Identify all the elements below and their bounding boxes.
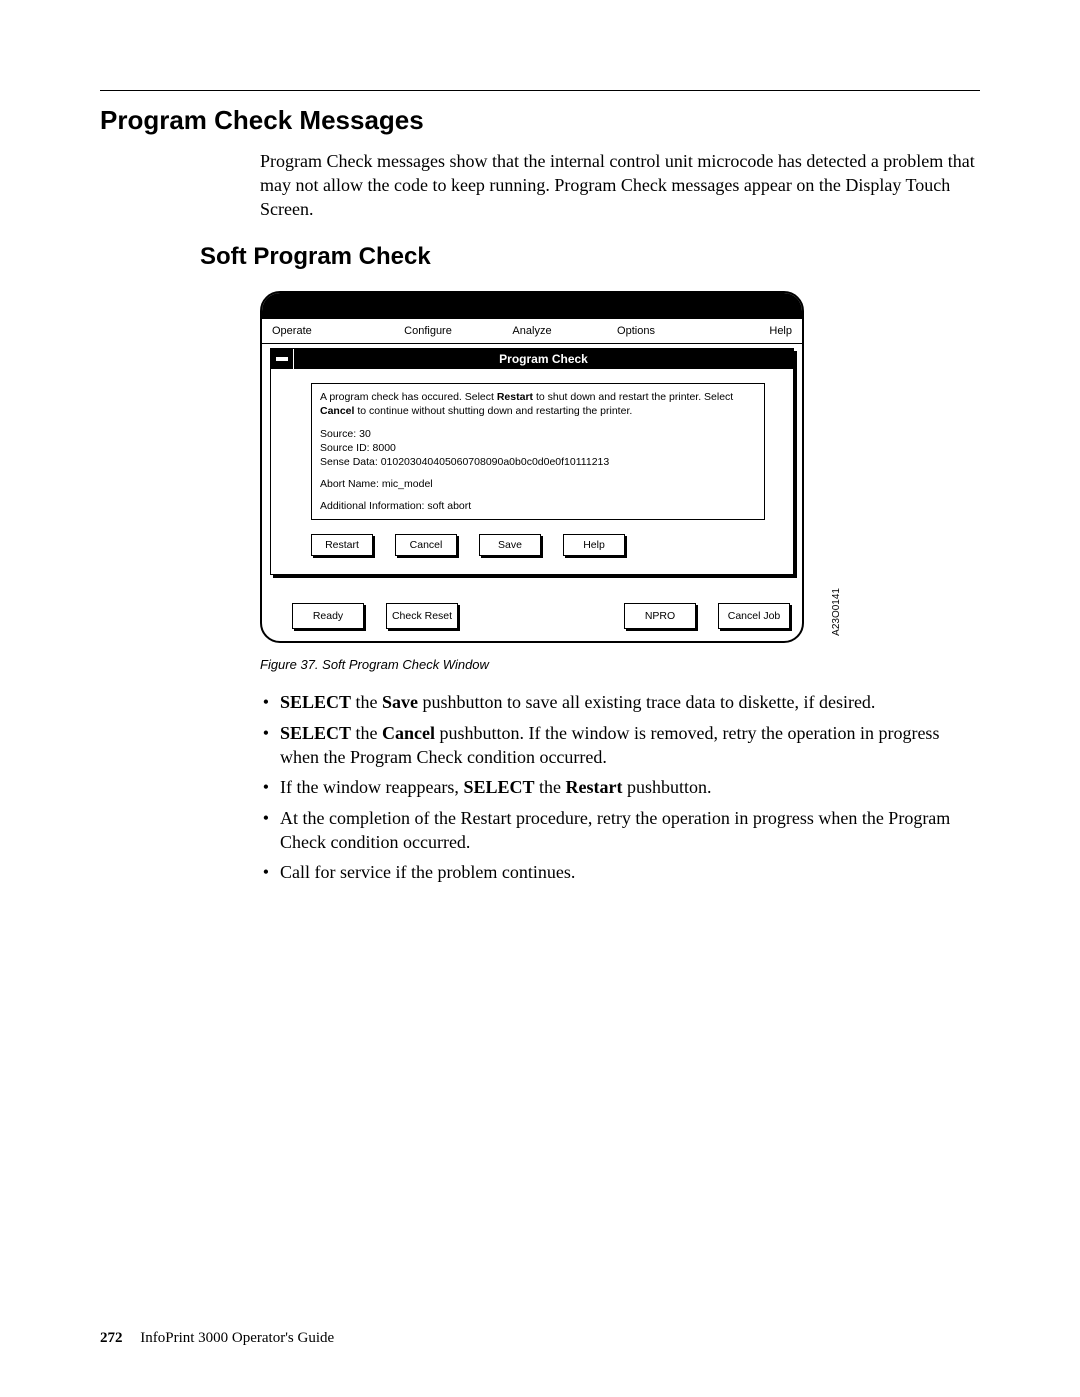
additional-info: Additional Information: soft abort bbox=[320, 499, 756, 513]
list-item: SELECT the Save pushbutton to save all e… bbox=[278, 690, 980, 714]
abort-name: Abort Name: mic_model bbox=[320, 477, 756, 491]
ready-button[interactable]: Ready bbox=[292, 603, 364, 629]
menubar: Operate Configure Analyze Options Help bbox=[262, 319, 802, 344]
list-item: At the completion of the Restart procedu… bbox=[278, 806, 980, 855]
check-reset-button[interactable]: Check Reset bbox=[386, 603, 458, 629]
source-info: Source: 30 Source ID: 8000 Sense Data: 0… bbox=[320, 427, 756, 470]
list-item: If the window reappears, SELECT the Rest… bbox=[278, 775, 980, 799]
instruction-list: SELECT the Save pushbutton to save all e… bbox=[260, 690, 980, 884]
figure-code: A23O0141 bbox=[831, 588, 842, 636]
page-footer: 272 InfoPrint 3000 Operator's Guide bbox=[100, 1330, 334, 1347]
npro-button[interactable]: NPRO bbox=[624, 603, 696, 629]
window-title: Program Check bbox=[294, 349, 793, 369]
message-content: A program check has occured. Select Rest… bbox=[311, 383, 765, 520]
dialog-button-row: Restart Cancel Save Help bbox=[271, 524, 793, 574]
book-title: InfoPrint 3000 Operator's Guide bbox=[140, 1330, 334, 1346]
restart-button[interactable]: Restart bbox=[311, 534, 373, 556]
screen-top-bezel bbox=[262, 293, 802, 319]
help-button[interactable]: Help bbox=[563, 534, 625, 556]
figure-caption: Figure 37. Soft Program Check Window bbox=[260, 657, 980, 672]
top-rule bbox=[100, 90, 980, 91]
touchscreen-frame: Operate Configure Analyze Options Help P… bbox=[260, 291, 804, 643]
menu-configure[interactable]: Configure bbox=[376, 325, 480, 337]
save-button[interactable]: Save bbox=[479, 534, 541, 556]
cancel-job-button[interactable]: Cancel Job bbox=[718, 603, 790, 629]
main-button-row: Ready Check Reset NPRO Cancel Job bbox=[262, 575, 802, 641]
figure-37: Operate Configure Analyze Options Help P… bbox=[260, 291, 820, 643]
program-check-window: Program Check A program check has occure… bbox=[270, 348, 794, 575]
menu-operate[interactable]: Operate bbox=[272, 325, 376, 337]
message-text: A program check has occured. Select Rest… bbox=[320, 390, 756, 418]
cancel-button[interactable]: Cancel bbox=[395, 534, 457, 556]
page-number: 272 bbox=[100, 1330, 123, 1346]
list-item: SELECT the Cancel pushbutton. If the win… bbox=[278, 721, 980, 770]
menu-analyze[interactable]: Analyze bbox=[480, 325, 584, 337]
menu-options[interactable]: Options bbox=[584, 325, 688, 337]
menu-help[interactable]: Help bbox=[688, 325, 792, 337]
system-menu-icon[interactable] bbox=[271, 349, 294, 369]
subsection-title: Soft Program Check bbox=[100, 243, 980, 271]
section-title: Program Check Messages bbox=[100, 105, 980, 136]
intro-paragraph: Program Check messages show that the int… bbox=[100, 150, 980, 221]
window-titlebar: Program Check bbox=[271, 349, 793, 369]
list-item: Call for service if the problem continue… bbox=[278, 860, 980, 884]
